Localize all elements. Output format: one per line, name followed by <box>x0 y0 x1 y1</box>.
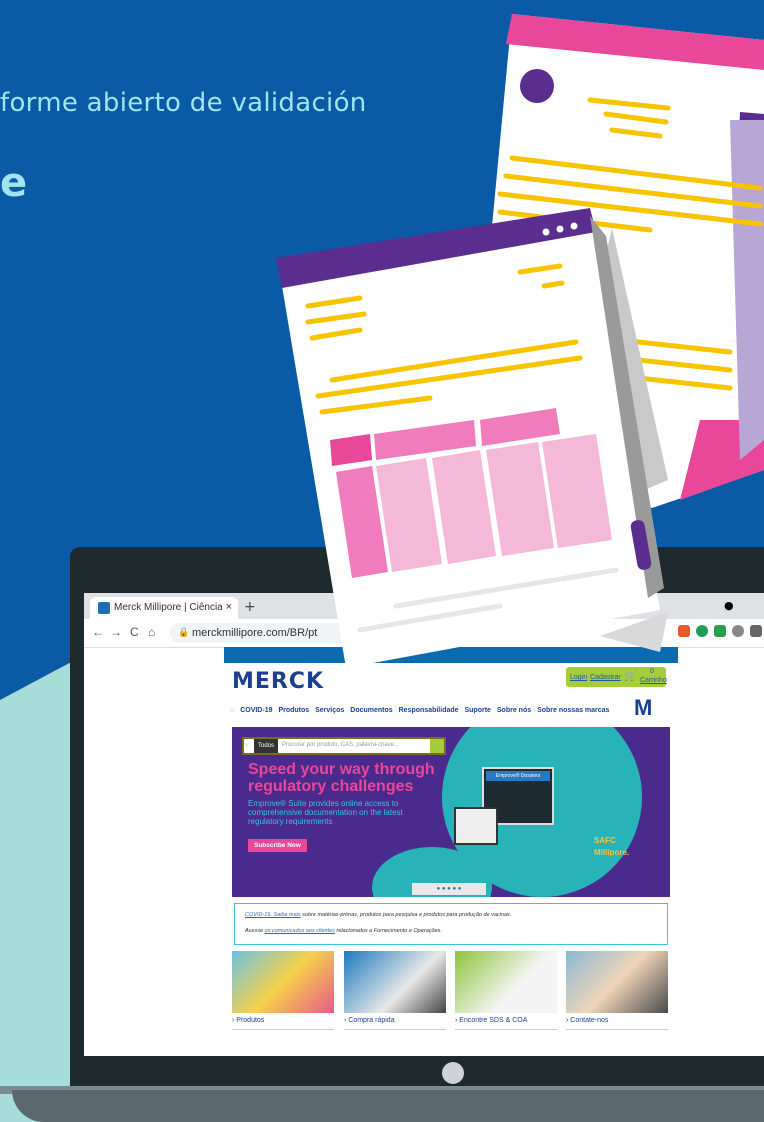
card-label: › Produtos <box>232 1013 334 1030</box>
card-image <box>232 951 334 1013</box>
card-image <box>455 951 557 1013</box>
carousel-dots[interactable]: ● ● ● ● ● <box>412 883 486 895</box>
safc-logo: SAFC Millipore. <box>594 836 630 857</box>
card-contate-nos[interactable]: › Contate-nos <box>566 951 668 1030</box>
hero-text: Emprove® Suite provides online access to… <box>248 799 403 826</box>
hero-title: Speed your way through regulatory challe… <box>248 761 435 795</box>
subscribe-button[interactable]: Subscribe Now <box>248 839 307 852</box>
laptop-base <box>12 1090 764 1122</box>
documents-illustration <box>276 14 764 668</box>
chevron-right-icon: › <box>245 740 248 749</box>
search-icon[interactable] <box>430 739 444 753</box>
hero-banner[interactable]: › Todos Procurar por produto, CAS, palav… <box>232 727 670 897</box>
apple-logo-icon <box>442 1062 464 1084</box>
dossier-label: Emprove® Dossiers <box>486 771 550 781</box>
card-sds-coa[interactable]: › Encontre SDS & COA <box>455 951 557 1030</box>
card-label: › Encontre SDS & COA <box>455 1013 557 1030</box>
communications-link[interactable]: os comunicados aos clientes <box>265 928 335 934</box>
card-compra-rapida[interactable]: › Compra rápida <box>344 951 446 1030</box>
front-document <box>276 208 668 668</box>
card-produtos[interactable]: › Produtos <box>232 951 334 1030</box>
covid-link[interactable]: COVID-19. Saiba mais <box>245 912 301 918</box>
notice-text: relacionados a Fornecimento e Operações. <box>334 928 442 934</box>
card-image <box>344 951 446 1013</box>
avatar-circle <box>520 69 554 103</box>
card-label: › Compra rápida <box>344 1013 446 1030</box>
search-scope[interactable]: Todos <box>254 739 278 753</box>
search-box[interactable]: › Todos Procurar por produto, CAS, palav… <box>242 737 446 755</box>
tablet-graphic <box>454 807 498 845</box>
card-image <box>566 951 668 1013</box>
card-label: › Contate-nos <box>566 1013 668 1030</box>
search-placeholder: Procurar por produto, CAS, palavra-chave… <box>282 742 400 748</box>
notice-text: Acesse <box>245 928 265 934</box>
covid-notice: COVID-19. Saiba mais sobre matérias-prim… <box>234 903 668 945</box>
notice-text: sobre matérias-primas, produtos para pes… <box>300 912 512 918</box>
